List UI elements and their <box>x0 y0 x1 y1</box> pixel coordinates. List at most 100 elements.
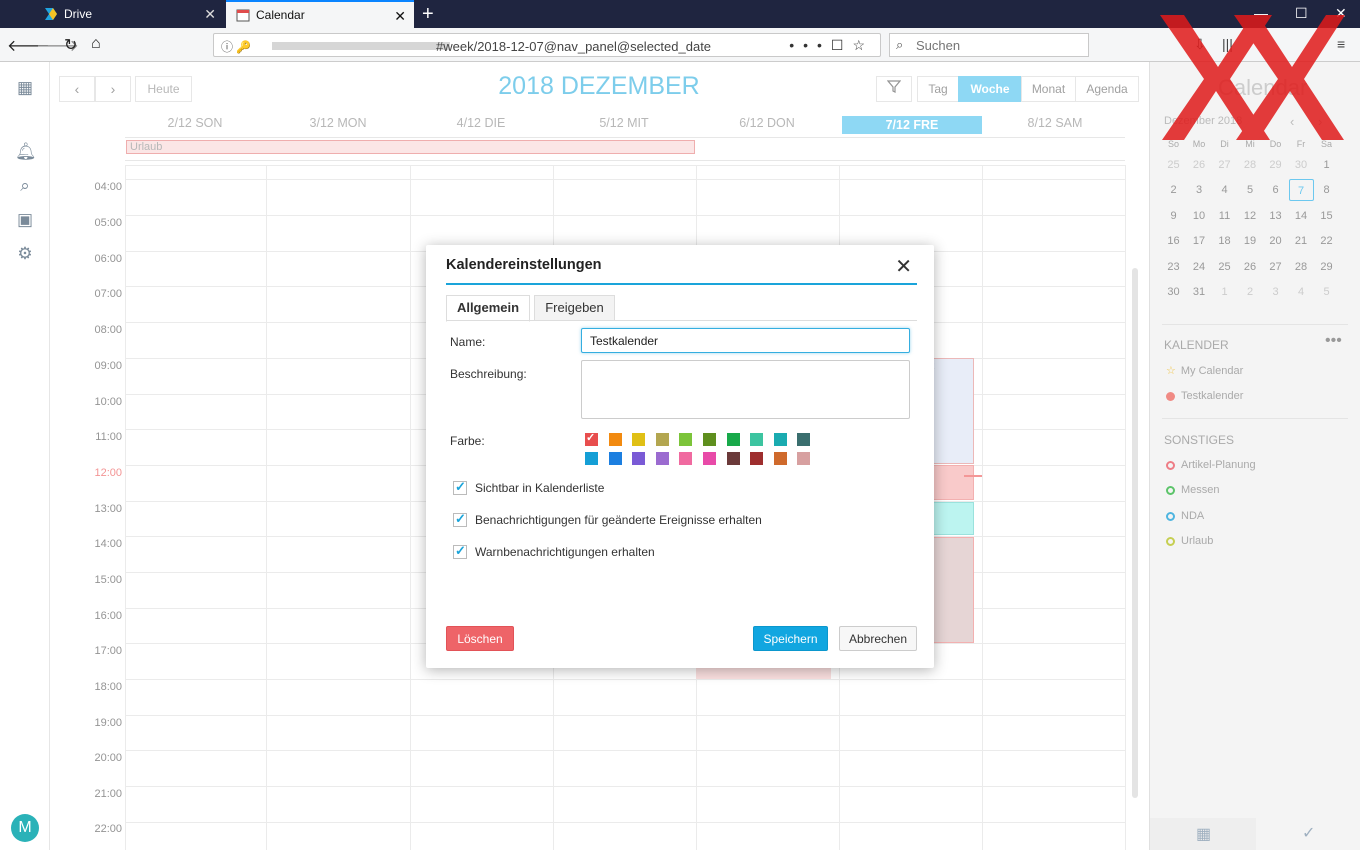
mini-day[interactable]: 5 <box>1238 179 1263 201</box>
color-swatch[interactable] <box>703 452 716 465</box>
close-tab-icon[interactable]: ✕ <box>204 6 216 23</box>
checkbox[interactable]: ✓ <box>453 479 467 495</box>
mini-day[interactable]: 2 <box>1238 281 1263 303</box>
mini-day[interactable]: 24 <box>1187 256 1212 278</box>
mini-day[interactable]: 19 <box>1238 230 1263 252</box>
sidebar-tasks-tab[interactable]: ✓ <box>1256 818 1360 850</box>
color-swatch[interactable] <box>797 452 811 465</box>
mini-day[interactable]: 8 <box>1314 179 1339 201</box>
calendar-item-messen[interactable]: Messen <box>1166 484 1220 496</box>
user-settings-icon[interactable]: ⚙ <box>15 244 35 264</box>
mini-day[interactable]: 30 <box>1289 154 1314 176</box>
bell-icon[interactable]: 🔔︎ <box>15 142 37 162</box>
name-field[interactable] <box>581 328 910 353</box>
delete-button[interactable]: Löschen <box>446 626 514 651</box>
color-swatch[interactable] <box>773 433 787 446</box>
mini-day[interactable]: 11 <box>1212 205 1237 227</box>
mini-day[interactable]: 17 <box>1187 230 1212 252</box>
calendar-item-nda[interactable]: NDA <box>1166 510 1204 522</box>
checkbox-change-notifications[interactable]: ✓ Benachrichtigungen für geänderte Ereig… <box>453 511 762 527</box>
color-swatch[interactable] <box>750 452 764 465</box>
checkbox[interactable]: ✓ <box>453 543 467 559</box>
mini-day[interactable]: 23 <box>1161 256 1186 278</box>
description-field[interactable] <box>581 360 910 419</box>
color-swatch[interactable] <box>655 452 669 465</box>
checkbox-alert-notifications[interactable]: ✓ Warnbenachrichtigungen erhalten <box>453 543 655 559</box>
color-swatch[interactable] <box>585 452 598 465</box>
mini-day[interactable]: 20 <box>1263 230 1288 252</box>
mini-day[interactable]: 22 <box>1314 230 1339 252</box>
reload-icon[interactable]: ↻ <box>64 35 77 55</box>
mini-day[interactable]: 16 <box>1161 230 1186 252</box>
color-swatch[interactable] <box>679 452 693 465</box>
close-icon[interactable]: ✕ <box>895 254 912 279</box>
mini-day[interactable]: 27 <box>1263 256 1288 278</box>
mini-day[interactable]: 30 <box>1161 281 1186 303</box>
close-tab-icon[interactable]: ✕ <box>394 8 406 25</box>
more-icon[interactable]: ••• <box>1325 332 1342 350</box>
tab-share[interactable]: Freigeben <box>534 295 615 321</box>
color-swatch[interactable]: ✓ <box>585 432 598 446</box>
mini-day[interactable]: 26 <box>1187 154 1212 176</box>
save-button[interactable]: Speichern <box>753 626 828 651</box>
color-swatch[interactable] <box>773 452 787 465</box>
calendar-item-my-calendar[interactable]: ☆ My Calendar <box>1166 364 1243 378</box>
cancel-button[interactable]: Abbrechen <box>839 626 917 651</box>
mini-day[interactable]: 29 <box>1263 154 1288 176</box>
color-swatch[interactable] <box>632 433 646 446</box>
page-actions-icon[interactable]: •••☐☆ <box>789 37 874 54</box>
color-swatch[interactable] <box>608 433 622 446</box>
color-swatch[interactable] <box>726 452 740 465</box>
color-swatch[interactable] <box>726 433 740 446</box>
mini-day[interactable]: 12 <box>1238 205 1263 227</box>
color-swatch[interactable] <box>750 433 764 446</box>
sidebar-calendar-tab[interactable]: ▦ <box>1150 818 1256 850</box>
mini-day[interactable]: 1 <box>1212 281 1237 303</box>
color-swatch[interactable] <box>655 433 669 446</box>
mini-day[interactable]: 25 <box>1212 256 1237 278</box>
mini-day[interactable]: 29 <box>1314 256 1339 278</box>
mini-day[interactable]: 26 <box>1238 256 1263 278</box>
mini-day[interactable]: 27 <box>1212 154 1237 176</box>
mini-day[interactable]: 6 <box>1263 179 1288 201</box>
color-swatch[interactable] <box>703 433 716 446</box>
browser-search-bar[interactable]: ⌕ <box>889 33 1089 57</box>
calendar-item-urlaub[interactable]: Urlaub <box>1166 535 1213 547</box>
mini-day[interactable]: 1 <box>1314 154 1339 176</box>
mini-day[interactable]: 3 <box>1187 179 1212 201</box>
color-swatch[interactable] <box>608 452 622 465</box>
url-bar[interactable]: ⓘ🔑 #week/2018-12-07@nav_panel@selected_d… <box>213 33 881 57</box>
mini-day[interactable]: 13 <box>1263 205 1288 227</box>
mini-day[interactable]: 3 <box>1263 281 1288 303</box>
search-input[interactable] <box>916 37 1076 53</box>
mini-day[interactable]: 18 <box>1212 230 1237 252</box>
avatar[interactable]: M <box>11 814 39 842</box>
mini-day[interactable]: 28 <box>1238 154 1263 176</box>
tab-calendar[interactable]: Calendar ✕ <box>226 0 414 28</box>
mini-day[interactable]: 28 <box>1289 256 1314 278</box>
mini-day[interactable]: 7 <box>1288 179 1314 202</box>
site-info-icon[interactable]: ⓘ🔑 <box>221 38 254 55</box>
calendar-item-artikel-planung[interactable]: Artikel-Planung <box>1166 459 1256 471</box>
color-swatch[interactable] <box>632 452 646 465</box>
color-swatch[interactable] <box>679 433 693 446</box>
home-icon[interactable]: ⌂ <box>91 35 101 53</box>
mini-day[interactable]: 21 <box>1289 230 1314 252</box>
mini-day[interactable]: 25 <box>1161 154 1186 176</box>
color-swatch[interactable] <box>797 433 811 446</box>
tab-general[interactable]: Allgemein <box>446 295 530 322</box>
mini-day[interactable]: 4 <box>1212 179 1237 201</box>
mini-day[interactable]: 31 <box>1187 281 1212 303</box>
search-icon[interactable]: ⌕ <box>15 176 35 196</box>
new-tab-icon[interactable]: + <box>422 3 434 26</box>
mini-day[interactable]: 5 <box>1314 281 1339 303</box>
checkbox[interactable]: ✓ <box>453 511 467 527</box>
calendar-item-testkalender[interactable]: Testkalender <box>1166 390 1243 402</box>
mini-day[interactable]: 2 <box>1161 179 1186 201</box>
mini-day[interactable]: 14 <box>1289 205 1314 227</box>
checkbox-visible[interactable]: ✓ Sichtbar in Kalenderliste <box>453 479 604 495</box>
mini-day[interactable]: 4 <box>1289 281 1314 303</box>
calendar-import-icon[interactable]: ▣ <box>15 210 35 230</box>
dashboard-icon[interactable]: ▦ <box>15 78 35 98</box>
tab-drive[interactable]: Drive ✕ <box>34 0 224 28</box>
